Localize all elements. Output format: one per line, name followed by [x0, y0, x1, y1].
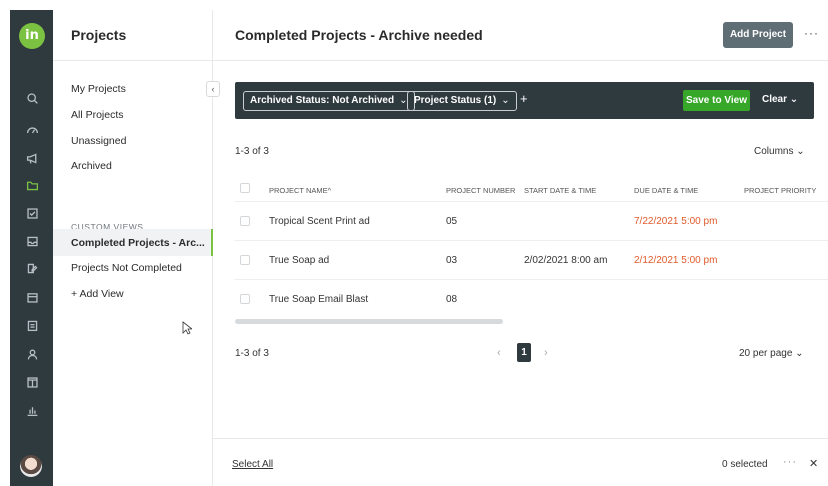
row-checkbox[interactable] [240, 216, 250, 226]
select-all-link[interactable]: Select All [232, 459, 273, 470]
save-to-view-button[interactable]: Save to View [683, 90, 750, 111]
pagination-count: 1-3 of 3 [235, 348, 269, 359]
sidebar-view-projects-not-completed[interactable]: Projects Not Completed [71, 262, 182, 274]
page-title: Completed Projects - Archive needed [235, 27, 483, 43]
row-checkbox[interactable] [240, 294, 250, 304]
person-icon[interactable] [24, 346, 40, 362]
sidebar-view-label: Completed Projects - Arc... [71, 237, 205, 249]
sidebar-view-completed-projects[interactable]: Completed Projects - Arc... [53, 229, 213, 256]
checkbox-icon[interactable] [24, 205, 40, 221]
cell-project-number: 05 [446, 216, 458, 227]
page-button-current[interactable]: 1 [517, 343, 531, 362]
divider [53, 60, 213, 61]
projects-sidebar: Projects My Projects All Projects Unassi… [53, 10, 213, 486]
result-count: 1-3 of 3 [235, 146, 269, 157]
cell-due-date: 2/12/2021 5:00 pm [634, 255, 718, 266]
filter-chip-label: Project Status (1) [414, 95, 497, 106]
column-header-due-date[interactable]: DUE DATE & TIME [634, 186, 698, 195]
board-icon[interactable] [24, 374, 40, 390]
sidebar-item-all-projects[interactable]: All Projects [71, 109, 124, 121]
per-page-select[interactable]: 20 per page ⌄ [739, 348, 804, 359]
chevron-down-icon: ⌄ [501, 95, 510, 106]
add-project-button[interactable]: Add Project [723, 22, 793, 48]
filter-chip-label: Archived Status: Not Archived [250, 95, 395, 106]
next-page-button[interactable]: › [544, 347, 548, 359]
more-options-button[interactable]: ··· [804, 26, 819, 40]
divider [213, 60, 828, 61]
app-logo[interactable]: in [19, 23, 45, 49]
cell-start-date: 2/02/2021 8:00 am [524, 255, 608, 266]
mouse-cursor-icon [182, 321, 192, 335]
filter-chip-archived-status[interactable]: Archived Status: Not Archived ⌄ [243, 91, 415, 111]
chevron-down-icon: ⌄ [796, 146, 805, 157]
inbox-icon[interactable] [24, 233, 40, 249]
app-rail: in [10, 10, 53, 486]
clipboard-icon[interactable] [24, 317, 40, 333]
avatar[interactable] [20, 455, 42, 477]
column-header-project-name[interactable]: PROJECT NAME^ [269, 186, 331, 195]
columns-button[interactable]: Columns ⌄ [754, 146, 805, 157]
divider [235, 240, 828, 241]
calendar-icon[interactable] [24, 289, 40, 305]
per-page-label: 20 per page [739, 348, 793, 359]
cell-project-number: 08 [446, 294, 458, 305]
cell-project-name[interactable]: Tropical Scent Print ad [269, 216, 370, 227]
sidebar-item-unassigned[interactable]: Unassigned [71, 135, 126, 147]
column-header-project-number[interactable]: PROJECT NUMBER [446, 186, 515, 195]
sidebar-item-archived[interactable]: Archived [71, 160, 112, 172]
filter-bar: Archived Status: Not Archived ⌄ Project S… [235, 82, 814, 119]
divider [235, 279, 828, 280]
cell-project-number: 03 [446, 255, 458, 266]
cell-due-date: 7/22/2021 5:00 pm [634, 216, 718, 227]
sidebar-title: Projects [71, 27, 127, 43]
clear-label: Clear [762, 94, 788, 105]
select-all-checkbox[interactable] [240, 183, 250, 193]
horizontal-scrollbar[interactable] [235, 319, 503, 324]
divider [235, 201, 828, 202]
search-icon[interactable] [24, 90, 40, 106]
bar-chart-icon[interactable] [24, 402, 40, 418]
cell-project-name[interactable]: True Soap ad [269, 255, 329, 266]
divider [213, 438, 828, 439]
main-content: Completed Projects - Archive needed Add … [213, 10, 828, 486]
columns-label: Columns [754, 146, 794, 157]
sidebar-item-my-projects[interactable]: My Projects [71, 83, 126, 95]
chevron-down-icon: ⌄ [795, 348, 804, 359]
chevron-down-icon: ⌄ [789, 94, 799, 105]
add-view-button[interactable]: + Add View [71, 288, 124, 300]
cell-project-name[interactable]: True Soap Email Blast [269, 294, 368, 305]
folder-icon[interactable] [24, 177, 40, 193]
megaphone-icon[interactable] [24, 150, 40, 166]
selected-count: 0 selected [722, 459, 768, 470]
previous-page-button[interactable]: ‹ [497, 347, 501, 359]
dashboard-icon[interactable] [24, 122, 40, 138]
column-header-start-date[interactable]: START DATE & TIME [524, 186, 596, 195]
row-checkbox[interactable] [240, 255, 250, 265]
add-filter-button[interactable]: + [520, 91, 528, 106]
clear-filters-button[interactable]: Clear ⌄ [762, 94, 798, 105]
edit-icon[interactable] [24, 260, 40, 276]
close-icon[interactable]: ✕ [809, 457, 818, 470]
filter-chip-project-status[interactable]: Project Status (1) ⌄ [407, 91, 517, 111]
column-header-project-priority[interactable]: PROJECT PRIORITY [744, 186, 816, 195]
bulk-more-button[interactable]: ··· [783, 456, 797, 468]
